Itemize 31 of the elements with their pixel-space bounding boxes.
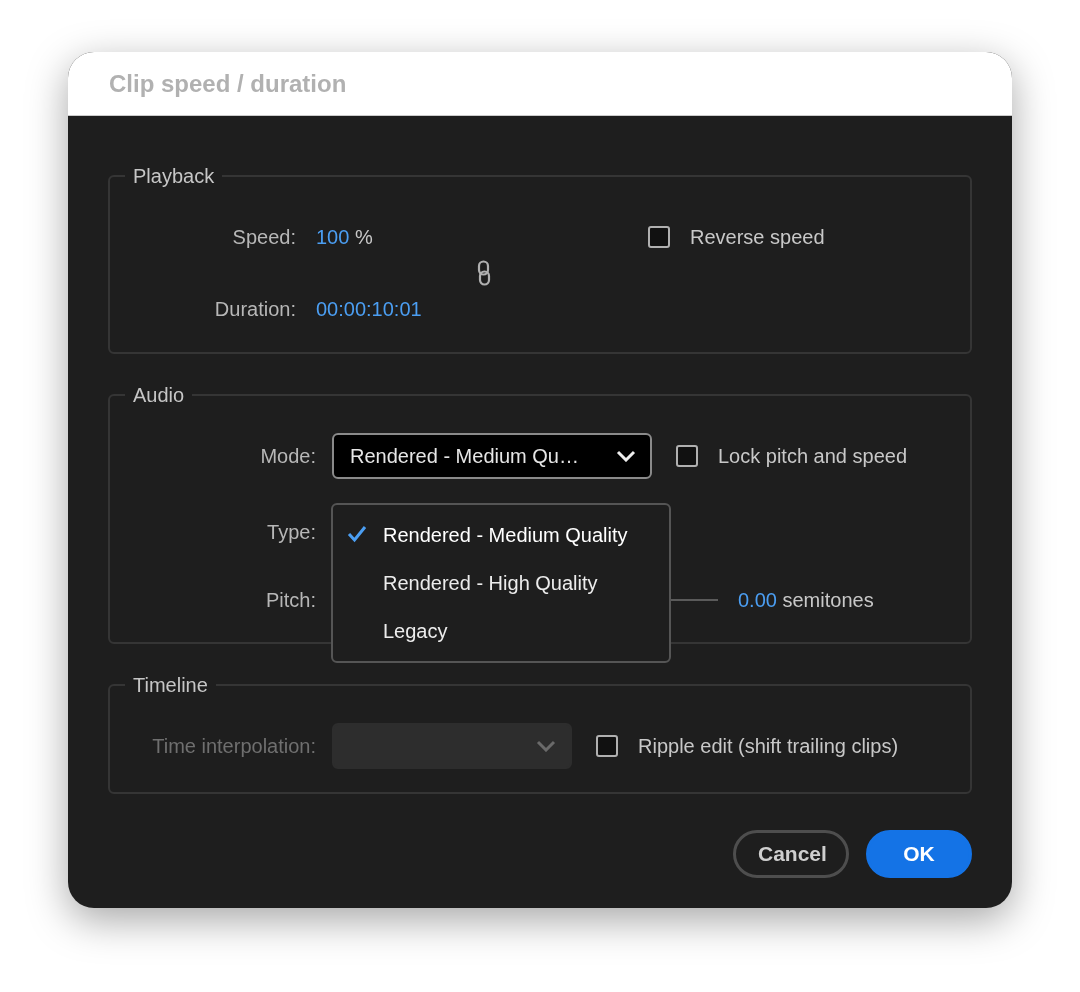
time-interpolation-label: Time interpolation: [151, 734, 317, 759]
ripple-edit-label: Ripple edit (shift trailing clips) [638, 734, 899, 759]
group-legend: Audio [125, 383, 193, 407]
menu-item[interactable]: Rendered - High Quality [333, 559, 669, 607]
window-title: Clip speed / duration [109, 68, 347, 99]
cancel-button[interactable]: Cancel [733, 830, 849, 878]
group-legend: Playback [125, 164, 223, 188]
menu-item[interactable]: Legacy [333, 607, 669, 655]
menu-item[interactable]: Rendered - Medium Quality [333, 511, 669, 559]
speed-label: Speed: [231, 225, 297, 250]
reverse-speed-label: Reverse speed [690, 225, 825, 250]
checkbox[interactable] [648, 226, 670, 248]
ok-button[interactable]: OK [866, 830, 972, 878]
type-label: Type: [266, 520, 317, 545]
checkmark-icon [347, 525, 367, 543]
checkbox[interactable] [596, 735, 618, 757]
pitch-unit: semitones [782, 589, 874, 611]
mode-label: Mode: [259, 444, 317, 469]
lock-pitch-label: Lock pitch and speed [718, 444, 908, 469]
duration-label: Duration: [213, 297, 297, 322]
link-icon[interactable] [477, 260, 491, 286]
speed-unit: % [354, 226, 373, 248]
pitch-value[interactable]: 0.00 [738, 589, 777, 611]
checkbox[interactable] [676, 445, 698, 467]
chevron-down-icon [536, 740, 556, 752]
speed-value[interactable]: 100 [316, 226, 350, 248]
chevron-down-icon [616, 450, 636, 462]
pitch-label: Pitch: [264, 588, 317, 613]
mode-dropdown[interactable]: Rendered - Medium Qu… [332, 433, 652, 479]
group-legend: Timeline [125, 673, 216, 697]
duration-value[interactable]: 00:00:10:01 [316, 294, 462, 324]
